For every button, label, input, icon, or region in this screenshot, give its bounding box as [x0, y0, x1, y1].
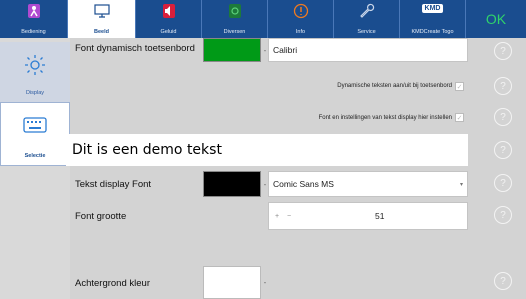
ok-button[interactable]: OK [466, 0, 526, 38]
tab-label: Geluid [160, 29, 177, 35]
tab-label: Diversen [223, 29, 246, 35]
text-display-font-color-swatch[interactable] [203, 171, 261, 197]
background-color-swatch[interactable] [203, 266, 261, 299]
help-icon[interactable]: ? [494, 141, 512, 159]
help-icon[interactable]: ? [494, 206, 512, 224]
help-icon[interactable]: ? [494, 42, 512, 60]
stepper-minus-button[interactable]: − [287, 213, 291, 220]
tab-label: Bediening [21, 29, 46, 35]
tab-diversen[interactable]: Diversen [202, 0, 268, 38]
sidebar-item-label: Display [25, 90, 45, 96]
dynamic-font-label: Font dynamisch toetsenbord [75, 43, 195, 54]
sidebar-item-label: Selectie [24, 153, 46, 159]
tab-service[interactable]: Service [334, 0, 400, 38]
kmd-logo-icon: KMD [421, 4, 444, 13]
tab-info[interactable]: Info [268, 0, 334, 38]
keyboard-icon [23, 117, 47, 133]
background-color-label: Achtergrond kleur [75, 278, 150, 289]
top-navigation-bar: Bediening Beeld Geluid Diversen Info Ser… [0, 0, 526, 38]
font-settings-toggle-label: Font en instellingen van tekst display h… [318, 115, 452, 121]
sidebar-item-display[interactable]: Display [0, 42, 70, 102]
font-size-stepper[interactable]: + − 51 [268, 202, 468, 230]
help-icon[interactable]: ? [494, 108, 512, 126]
misc-icon [228, 4, 241, 18]
tab-geluid[interactable]: Geluid [136, 0, 202, 38]
help-icon[interactable]: ? [494, 272, 512, 290]
tab-kmdcreate-togo[interactable]: KMD KMDCreate Togo [400, 0, 466, 38]
tab-label: Beeld [94, 29, 109, 35]
text-display-font-label: Tekst display Font [75, 179, 152, 190]
sidebar: Display Selectie [0, 38, 70, 299]
font-size-label: Font grootte [75, 211, 127, 222]
chevron-down-icon: ▾ [459, 181, 463, 188]
brightness-icon [25, 55, 45, 75]
demo-text-preview: Dit is een demo tekst [66, 134, 468, 166]
help-icon[interactable]: ? [494, 77, 512, 95]
tab-label: Info [295, 29, 306, 35]
dynamic-font-value: Calibri [273, 45, 298, 55]
stepper-plus-button[interactable]: + [275, 213, 279, 220]
text-display-font-value: Comic Sans MS [273, 179, 334, 189]
tab-bediening[interactable]: Bediening [0, 0, 68, 38]
dynamic-text-checkbox[interactable]: ✓ [455, 82, 464, 91]
dynamic-text-toggle-label: Dynamische teksten aan/uit bij toetsenbo… [337, 83, 452, 89]
sidebar-item-selectie[interactable]: Selectie [0, 102, 70, 166]
help-icon[interactable]: ? [494, 174, 512, 192]
font-settings-checkbox[interactable]: ✓ [455, 113, 464, 122]
speaker-icon [162, 4, 175, 18]
tab-label: KMDCreate Togo [411, 29, 454, 35]
dynamic-font-select[interactable]: Calibri [268, 38, 468, 62]
tab-label: Service [357, 29, 376, 35]
font-size-value: 51 [375, 211, 385, 221]
text-display-font-select[interactable]: Comic Sans MS ▾ [268, 171, 468, 197]
dropdown-separator: - [263, 278, 267, 287]
monitor-icon [93, 4, 110, 18]
info-icon [293, 3, 308, 19]
tab-beeld[interactable]: Beeld [68, 0, 136, 38]
wrench-icon [359, 3, 374, 18]
accessibility-icon [27, 4, 40, 18]
dynamic-font-color-swatch[interactable] [203, 38, 261, 62]
